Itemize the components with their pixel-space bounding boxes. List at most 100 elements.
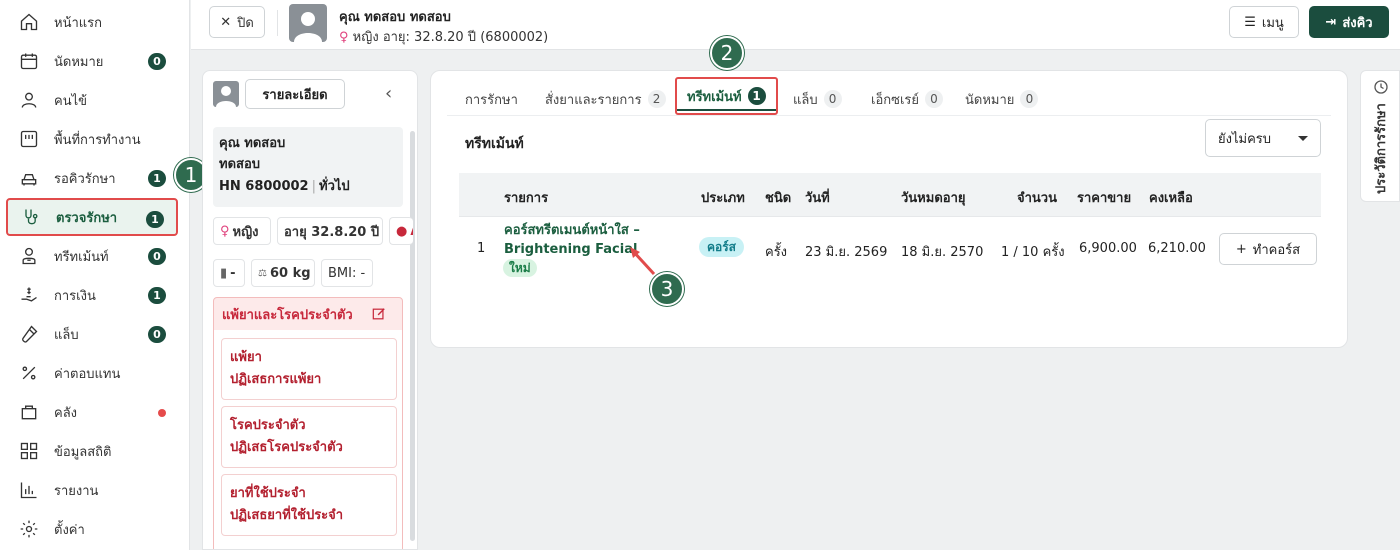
expire-cell: 18 มิ.ย. 2570	[901, 245, 984, 260]
do-course-button[interactable]: + ทำคอร์ส	[1219, 233, 1317, 265]
sidebar-item-lab[interactable]: แล็บ 0	[6, 315, 178, 353]
height-value: -	[230, 265, 236, 281]
tab-appointments[interactable]: นัดหมาย 0	[965, 83, 1039, 115]
tab-label: สั่งยาและรายการ	[545, 92, 642, 108]
details-button[interactable]: รายละเอียด	[245, 79, 345, 109]
sidebar-item-label: ตั้งค่า	[54, 522, 85, 538]
sex-chip: ♀ หญิง	[213, 217, 271, 245]
divider: |	[311, 179, 316, 194]
card-title: แพ้ยา	[230, 350, 262, 365]
sidebar-item-statistics[interactable]: ข้อมูลสถิติ	[6, 432, 178, 470]
card-value: ปฏิเสธการแพ้ยา	[230, 372, 322, 387]
history-icon	[1374, 80, 1388, 94]
count-badge: 1	[148, 170, 166, 187]
column-header: วันหมดอายุ	[901, 191, 966, 206]
tab-count: 0	[823, 90, 842, 108]
sidebar-item-workspace[interactable]: พื้นที่การทำงาน	[6, 120, 178, 158]
notification-dot	[158, 409, 166, 417]
stethoscope-icon	[20, 206, 42, 228]
workspace-icon	[18, 128, 40, 150]
height-chip: ▮ -	[213, 259, 245, 287]
allergy-section-body: แพ้ยา ปฏิเสธการแพ้ยา โรคประจำตัว ปฏิเสธโ…	[213, 330, 403, 549]
tab-label: นัดหมาย	[965, 92, 1015, 108]
tab-orders[interactable]: สั่งยาและรายการ 2	[545, 83, 666, 115]
top-bar: ✕ ปิด คุณ ทดสอบ ทดสอบ ♀ หญิง อายุ: 32.8.…	[191, 0, 1400, 50]
tab-count: 2	[647, 90, 666, 108]
menu-button[interactable]: ☰ เมนู	[1229, 6, 1299, 38]
blood-value: A	[410, 224, 413, 239]
doctor-icon	[18, 245, 40, 267]
close-button[interactable]: ✕ ปิด	[209, 6, 265, 38]
sidebar-item-label: การเงิน	[54, 288, 96, 304]
sidebar-item-label: ค่าตอบแทน	[54, 366, 121, 382]
step-marker-2: 2	[710, 36, 744, 70]
tab-label: แล็บ	[793, 92, 818, 108]
tab-xray[interactable]: เอ็กซเรย์ 0	[871, 83, 943, 115]
hand-money-icon	[18, 284, 40, 306]
sidebar-item-appointments[interactable]: นัดหมาย 0	[6, 42, 178, 80]
gear-icon	[18, 518, 40, 540]
sidebar-item-finance[interactable]: การเงิน 1	[6, 276, 178, 314]
sidebar-item-reports[interactable]: รายงาน	[6, 471, 178, 509]
count-badge: 0	[148, 326, 166, 343]
sidebar-item-patients[interactable]: คนไข้	[6, 81, 178, 119]
annotation-arrow	[630, 247, 656, 276]
tab-treatment-record[interactable]: การรักษา	[465, 83, 518, 115]
patient-hn-row: HN 6800002 | ทั่วไป	[219, 175, 397, 199]
plus-icon: +	[1235, 241, 1247, 257]
avatar	[289, 4, 327, 42]
status-filter-select[interactable]: ยังไม่ครบ	[1205, 119, 1321, 157]
scrollbar[interactable]	[410, 131, 415, 541]
tab-count: 0	[925, 90, 943, 108]
sidebar-item-label: ตรวจรักษา	[56, 210, 118, 226]
weight-value: 60 kg	[269, 265, 311, 281]
sidebar-item-inventory[interactable]: คลัง	[6, 393, 178, 431]
row-index: 1	[477, 241, 486, 256]
bag-icon	[18, 401, 40, 423]
test-tube-icon	[18, 323, 40, 345]
tab-label: ทรีทเม้นท์	[687, 89, 742, 105]
treatment-name-line1: คอร์สทรีตเมนต์หน้าใส –	[504, 223, 640, 238]
do-course-label: ทำคอร์ส	[1252, 242, 1301, 258]
bar-chart-icon	[18, 479, 40, 501]
sidebar-item-label: หน้าแรก	[54, 15, 102, 31]
edit-icon[interactable]	[372, 307, 386, 321]
calendar-icon	[18, 50, 40, 72]
tab-treatments[interactable]: ทรีทเม้นท์ 1	[675, 77, 778, 115]
chevron-left-icon[interactable]: ‹	[385, 83, 392, 104]
sidebar-item-treatment[interactable]: ทรีทเม้นท์ 0	[6, 237, 178, 275]
patient-sex: หญิง	[352, 30, 379, 45]
tab-lab[interactable]: แล็บ 0	[793, 83, 842, 115]
card-value: ปฏิเสธยาที่ใช้ประจำ	[230, 508, 344, 523]
patient-type: ทั่วไป	[319, 179, 350, 194]
percent-icon	[18, 362, 40, 384]
drug-allergy-card: แพ้ยา ปฏิเสธการแพ้ยา	[221, 338, 397, 400]
menu-label: เมนู	[1261, 15, 1284, 31]
step-marker-3: 3	[650, 272, 684, 306]
count-badge: 0	[148, 53, 166, 70]
tab-underline	[447, 115, 1331, 116]
send-queue-button[interactable]: ⇥ ส่งคิว	[1309, 6, 1389, 38]
sidebar-item-home[interactable]: หน้าแรก	[6, 3, 178, 41]
count-badge: 1	[146, 211, 164, 228]
avatar	[213, 81, 239, 107]
patient-name-line2: ทดสอบ	[219, 157, 261, 172]
sidebar-item-waiting-queue[interactable]: รอคิวรักษา 1	[6, 159, 178, 197]
remaining-cell: 6,210.00	[1148, 241, 1206, 256]
sidebar: หน้าแรก นัดหมาย 0 คนไข้ พื้นที่การทำงาน …	[0, 0, 190, 550]
select-value: ยังไม่ครบ	[1218, 131, 1272, 147]
sidebar-item-settings[interactable]: ตั้งค่า	[6, 510, 178, 548]
patient-hn: (6800002)	[480, 30, 549, 45]
weight-chip: ⚖ 60 kg	[251, 259, 315, 287]
sidebar-item-examination[interactable]: ตรวจรักษา 1	[6, 198, 178, 236]
logout-arrow-icon: ⇥	[1325, 14, 1337, 30]
section-title: ทรีทเม้นท์	[465, 136, 524, 152]
allergy-title: แพ้ยาและโรคประจำตัว	[222, 307, 353, 323]
count-badge: 1	[148, 287, 166, 304]
table-header: รายการ ประเภท ชนิด วันที่ วันหมดอายุ จำน…	[459, 173, 1321, 217]
allergy-section-header: แพ้ยาและโรคประจำตัว	[213, 297, 403, 331]
treatment-history-tab[interactable]: ประวัติการรักษา	[1360, 70, 1400, 202]
female-icon: ♀	[220, 223, 230, 239]
column-header: วันที่	[805, 191, 830, 206]
sidebar-item-compensation[interactable]: ค่าตอบแทน	[6, 354, 178, 392]
